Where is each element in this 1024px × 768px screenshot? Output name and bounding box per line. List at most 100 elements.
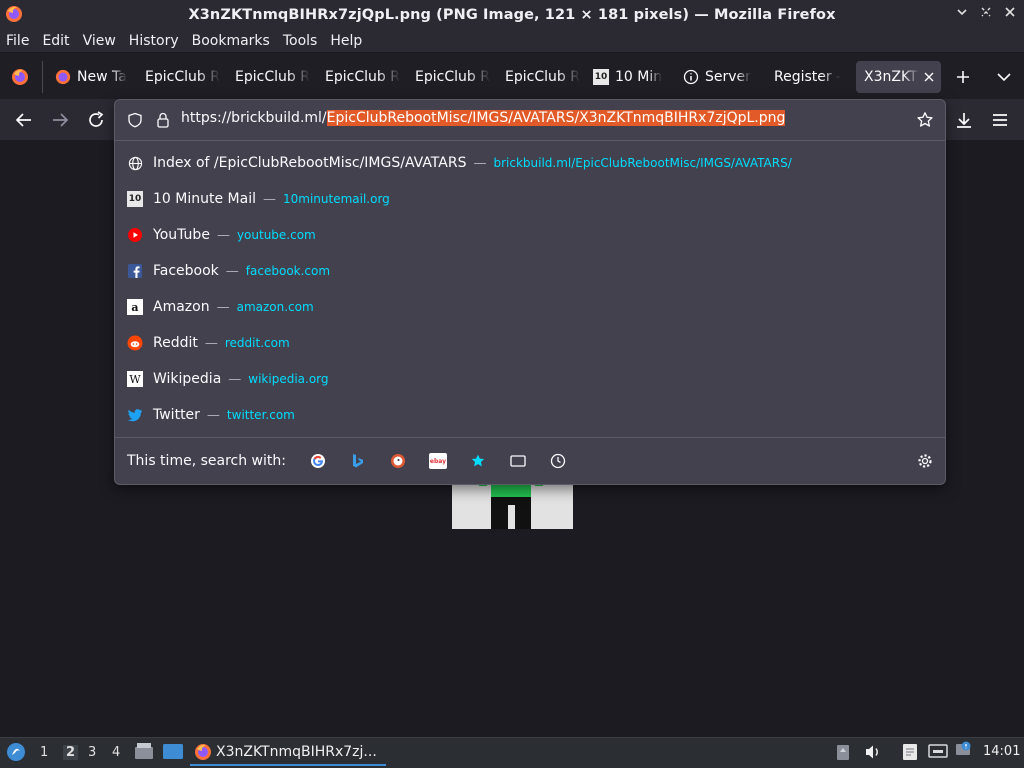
forward-icon[interactable] xyxy=(50,110,70,130)
menu-help[interactable]: Help xyxy=(330,33,362,49)
globe-icon xyxy=(127,155,143,171)
close-tab-icon[interactable] xyxy=(924,72,934,82)
workspace-1[interactable]: 1 xyxy=(40,745,48,760)
result-wikipedia[interactable]: W Wikipedia — wikipedia.org xyxy=(115,361,945,397)
result-reddit[interactable]: Reddit — reddit.com xyxy=(115,325,945,361)
avatar-image xyxy=(452,482,573,529)
twitter-icon xyxy=(127,407,143,423)
tab-new-tab[interactable]: New Ta xyxy=(52,61,128,93)
menu-file[interactable]: File xyxy=(6,33,29,49)
separator-dash: — xyxy=(225,263,239,279)
taskbar-window-title: X3nZKTnmqBIHRx7zj... xyxy=(216,744,377,760)
result-youtube[interactable]: YouTube — youtube.com xyxy=(115,217,945,253)
menu-bookmarks[interactable]: Bookmarks xyxy=(192,33,270,49)
bookmark-star-icon[interactable] xyxy=(916,111,934,129)
lock-icon[interactable] xyxy=(155,111,171,129)
tab-label: 10 Min xyxy=(615,69,663,85)
firefox-icon xyxy=(6,6,22,22)
youtube-icon xyxy=(127,227,143,243)
workspace-2[interactable]: 2 xyxy=(63,745,79,760)
result-facebook[interactable]: Facebook — facebook.com xyxy=(115,253,945,289)
bookmarks-search-icon[interactable] xyxy=(469,452,487,470)
workspace-3[interactable]: 3 xyxy=(88,745,96,760)
tab-label: EpicClub R xyxy=(235,69,310,85)
url-input[interactable]: https://brickbuild.ml/EpicClubRebootMisc… xyxy=(181,110,786,126)
amazon-icon: a xyxy=(127,299,143,315)
separator-dash: — xyxy=(473,155,487,171)
separator-dash: — xyxy=(228,371,242,387)
facebook-icon xyxy=(127,263,143,279)
taskbar-firefox-window[interactable]: X3nZKTnmqBIHRx7zj... xyxy=(190,740,386,766)
tab-ten-minute-mail[interactable]: 10 10 Min xyxy=(593,61,673,93)
volume-icon[interactable] xyxy=(864,744,882,760)
tab-server[interactable]: Server xyxy=(683,61,763,93)
tab-epicclub-1[interactable]: EpicClub R xyxy=(145,61,223,93)
tabs-search-icon[interactable] xyxy=(509,452,527,470)
result-index-of-avatars[interactable]: Index of /EpicClubRebootMisc/IMGS/AVATAR… xyxy=(115,145,945,181)
result-title: YouTube xyxy=(153,227,210,243)
minimize-icon[interactable] xyxy=(956,6,968,18)
clock: 14:01 xyxy=(983,744,1021,759)
result-twitter[interactable]: Twitter — twitter.com xyxy=(115,397,945,433)
separator-dash: — xyxy=(216,299,230,315)
menu-view[interactable]: View xyxy=(83,33,116,49)
separator-dash: — xyxy=(262,191,276,207)
menu-tools[interactable]: Tools xyxy=(283,33,318,49)
new-tab-icon[interactable] xyxy=(956,70,970,84)
result-title: 10 Minute Mail xyxy=(153,191,256,207)
reddit-icon xyxy=(127,335,143,351)
reload-icon[interactable] xyxy=(86,110,106,130)
maximize-icon[interactable] xyxy=(980,6,992,18)
result-title: Twitter xyxy=(153,407,200,423)
tab-epicclub-5[interactable]: EpicClub R xyxy=(505,61,583,93)
menu-bar: File Edit View History Bookmarks Tools H… xyxy=(0,30,1024,52)
history-search-icon[interactable] xyxy=(549,452,567,470)
title-bar: X3nZKTnmqBIHRx7zjQpL.png (PNG Image, 121… xyxy=(0,0,1024,30)
app-launcher-icon[interactable] xyxy=(6,742,26,762)
tab-epicclub-2[interactable]: EpicClub R xyxy=(235,61,313,93)
divider xyxy=(115,140,945,141)
tab-label: Register - xyxy=(774,69,842,85)
separator-dash: — xyxy=(216,227,230,243)
network-icon[interactable] xyxy=(928,744,948,760)
tab-epicclub-4[interactable]: EpicClub R xyxy=(415,61,493,93)
notes-icon[interactable] xyxy=(900,742,920,762)
tab-current-image[interactable]: X3nZKT xyxy=(856,61,941,93)
menu-icon[interactable] xyxy=(990,110,1010,130)
wikipedia-icon: W xyxy=(127,371,143,387)
result-ten-minute-mail[interactable]: 10 10 Minute Mail — 10minutemail.org xyxy=(115,181,945,217)
bing-search-icon[interactable] xyxy=(349,452,367,470)
downloads-icon[interactable] xyxy=(954,110,974,130)
menu-history[interactable]: History xyxy=(129,33,179,49)
tracking-protection-icon[interactable] xyxy=(127,112,143,128)
url-row: https://brickbuild.ml/EpicClubRebootMisc… xyxy=(115,100,945,140)
ten-minute-mail-icon: 10 xyxy=(127,191,143,207)
duckduckgo-search-icon[interactable] xyxy=(389,452,407,470)
google-search-icon[interactable] xyxy=(309,452,327,470)
tab-register[interactable]: Register - xyxy=(774,61,852,93)
result-amazon[interactable]: a Amazon — amazon.com xyxy=(115,289,945,325)
divider xyxy=(115,437,945,438)
tab-label: EpicClub R xyxy=(145,69,220,85)
clipboard-icon[interactable] xyxy=(836,743,850,761)
result-url: wikipedia.org xyxy=(248,372,329,386)
tab-label: EpicClub R xyxy=(325,69,400,85)
search-with-label: This time, search with: xyxy=(127,453,286,469)
result-title: Amazon xyxy=(153,299,210,315)
ebay-search-icon[interactable]: ebay xyxy=(429,452,447,470)
url-prefix: https://brickbuild.ml/ xyxy=(181,110,327,126)
workspace-4[interactable]: 4 xyxy=(112,745,120,760)
back-icon[interactable] xyxy=(14,110,34,130)
menu-edit[interactable]: Edit xyxy=(42,33,69,49)
search-settings-gear-icon[interactable] xyxy=(916,452,934,470)
tab-epicclub-3[interactable]: EpicClub R xyxy=(325,61,403,93)
tab-label: X3nZKT xyxy=(864,69,918,85)
updates-icon[interactable] xyxy=(954,741,972,759)
firefox-view-icon[interactable] xyxy=(11,68,29,86)
list-all-tabs-icon[interactable] xyxy=(997,72,1011,82)
firefox-icon xyxy=(195,744,211,760)
desktop-icon[interactable] xyxy=(162,743,184,761)
file-manager-icon[interactable] xyxy=(134,742,154,760)
close-window-icon[interactable] xyxy=(1004,6,1016,18)
info-icon xyxy=(683,69,699,85)
